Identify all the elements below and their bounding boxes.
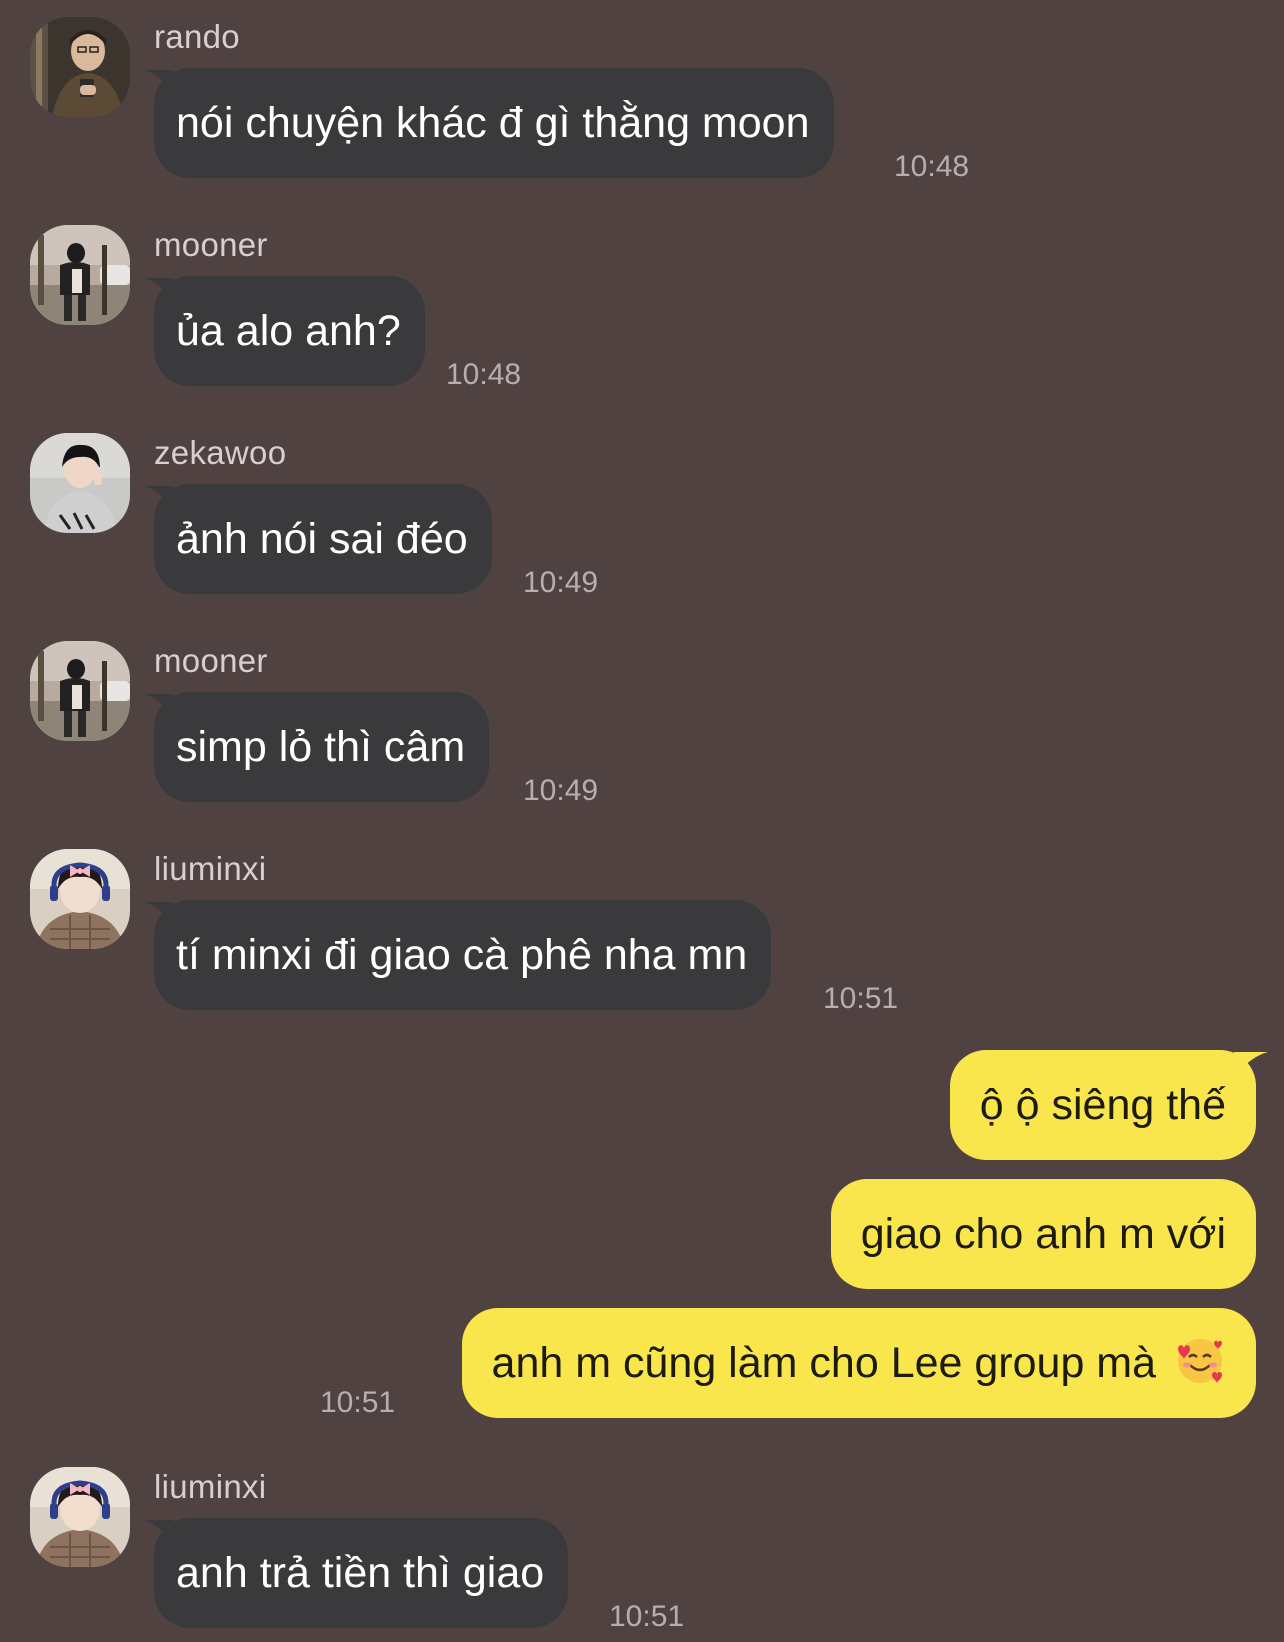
- sender-name: mooner: [154, 226, 268, 263]
- message-bubble[interactable]: nói chuyện khác đ gì thằng moon: [144, 68, 834, 178]
- sender-name: mooner: [154, 642, 268, 679]
- message-text: ủa alo anh?: [176, 307, 401, 355]
- message-time: 10:49: [523, 566, 599, 599]
- bubble-tail: [144, 70, 174, 92]
- sender-name: liuminxi: [154, 1468, 267, 1505]
- message-bubble[interactable]: simp lỏ thì câm: [144, 692, 490, 802]
- rando-avatar[interactable]: [30, 17, 130, 117]
- sender-name: liuminxi: [154, 850, 267, 887]
- outgoing-message-bubble[interactable]: anh m cũng làm cho Lee group mà: [461, 1308, 1256, 1418]
- message-time: 10:49: [523, 774, 599, 807]
- message-time: 10:48: [446, 358, 522, 391]
- bubble-tail: [144, 486, 174, 508]
- bubble-tail: [1234, 1052, 1268, 1076]
- bubble-tail: [144, 694, 174, 716]
- liuminxi-avatar[interactable]: [30, 849, 130, 949]
- message-text: giao cho anh m với: [860, 1210, 1226, 1258]
- message-text: nói chuyện khác đ gì thằng moon: [176, 99, 810, 147]
- zekawoo-avatar[interactable]: [30, 433, 130, 533]
- mooner-avatar[interactable]: [30, 641, 130, 741]
- outgoing-message-bubble[interactable]: ộ ộ siêng thế: [949, 1050, 1268, 1160]
- bubble-tail: [144, 278, 174, 300]
- message-bubble[interactable]: anh trả tiền thì giao: [144, 1518, 569, 1628]
- message-text: simp lỏ thì câm: [176, 723, 466, 771]
- message-time: 10:51: [609, 1600, 685, 1633]
- message-bubble[interactable]: tí minxi đi giao cà phê nha mn: [144, 900, 772, 1010]
- message-time: 10:48: [894, 150, 970, 183]
- message-time: 10:51: [320, 1386, 396, 1419]
- message-bubble[interactable]: ủa alo anh?: [144, 276, 425, 386]
- message-text: anh m cũng làm cho Lee group mà: [491, 1339, 1157, 1387]
- message-time: 10:51: [823, 982, 899, 1015]
- outgoing-message-bubble[interactable]: giao cho anh m với: [830, 1179, 1256, 1289]
- smiling-face-with-hearts-emoji: [1178, 1339, 1222, 1383]
- message-text: tí minxi đi giao cà phê nha mn: [176, 931, 748, 979]
- bubble-tail: [144, 902, 174, 924]
- message-text: anh trả tiền thì giao: [176, 1549, 545, 1597]
- sender-name: rando: [154, 18, 240, 55]
- message-text: ộ ộ siêng thế: [979, 1081, 1226, 1129]
- liuminxi-avatar[interactable]: [30, 1467, 130, 1567]
- message-bubble[interactable]: ảnh nói sai đéo: [144, 484, 492, 594]
- message-text: ảnh nói sai đéo: [176, 515, 468, 563]
- sender-name: zekawoo: [154, 434, 287, 471]
- bubble-tail: [144, 1520, 174, 1542]
- mooner-avatar[interactable]: [30, 225, 130, 325]
